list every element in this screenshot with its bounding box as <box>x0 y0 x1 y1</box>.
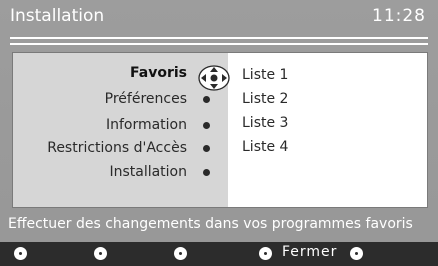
red-button-icon[interactable] <box>14 247 27 260</box>
submenu-item-liste-4[interactable]: Liste 4 <box>242 137 288 157</box>
menu-bullet-icon <box>203 122 210 129</box>
close-button-label[interactable]: Fermer <box>282 244 337 260</box>
title-divider-top <box>10 37 428 39</box>
title-bar: Installation 11:28 <box>0 0 438 33</box>
menu-bullet-icon <box>203 96 210 103</box>
close-button-icon[interactable] <box>350 247 363 260</box>
menu-item-preferences[interactable]: Préférences <box>105 89 187 109</box>
bottom-button-bar: Fermer <box>0 242 438 266</box>
green-button-icon[interactable] <box>94 247 107 260</box>
submenu-item-liste-3[interactable]: Liste 3 <box>242 113 288 133</box>
menu-bullet-icon <box>203 145 210 152</box>
menu-panel: Favoris Préférences Information Restrict… <box>12 52 428 208</box>
tv-installation-screen: Installation 11:28 Favoris Préférences I… <box>0 0 438 266</box>
menu-item-information[interactable]: Information <box>106 115 187 135</box>
yellow-button-icon[interactable] <box>174 247 187 260</box>
navigation-cursor-icon <box>198 65 230 91</box>
clock: 11:28 <box>372 6 426 26</box>
title-divider-bottom <box>10 43 428 45</box>
menu-bullet-icon <box>203 169 210 176</box>
help-text: Effectuer des changements dans vos progr… <box>8 216 413 232</box>
menu-item-installation[interactable]: Installation <box>109 162 187 182</box>
submenu-item-liste-1[interactable]: Liste 1 <box>242 65 288 85</box>
menu-item-favoris[interactable]: Favoris <box>130 63 187 83</box>
blue-button-icon[interactable] <box>259 247 272 260</box>
menu-item-restrictions[interactable]: Restrictions d'Accès <box>47 138 187 158</box>
page-title: Installation <box>10 6 105 26</box>
submenu-item-liste-2[interactable]: Liste 2 <box>242 89 288 109</box>
